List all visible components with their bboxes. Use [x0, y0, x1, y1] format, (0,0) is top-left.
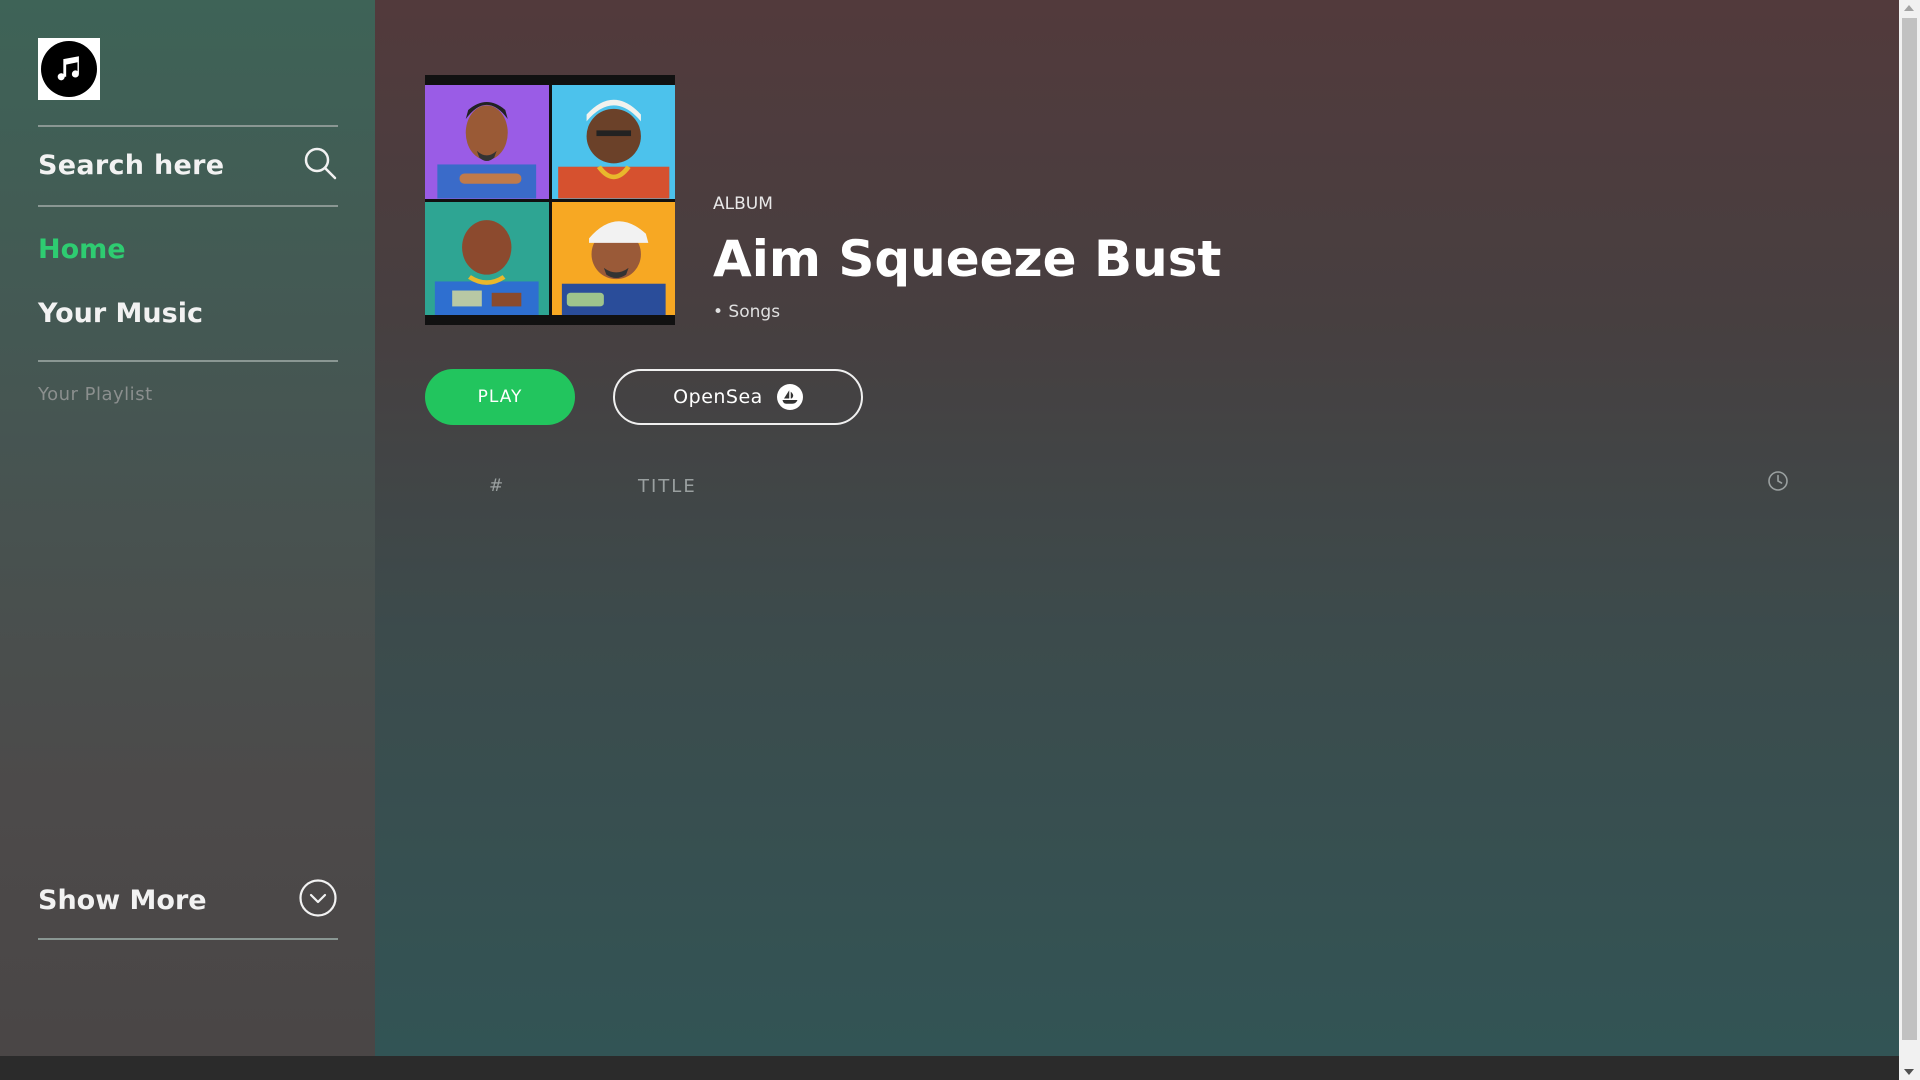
show-more-label: Show More — [38, 884, 207, 916]
scroll-up-icon[interactable] — [1904, 5, 1914, 11]
play-button[interactable]: PLAY — [425, 369, 575, 425]
divider — [38, 205, 338, 207]
show-more-button[interactable]: Show More — [38, 878, 338, 922]
sidebar: Search here Home Your Music Your Playlis… — [0, 0, 375, 1056]
divider — [38, 938, 338, 940]
vertical-scrollbar[interactable] — [1899, 0, 1920, 1080]
cover-panel — [551, 85, 675, 199]
scrollbar-thumb[interactable] — [1902, 18, 1917, 1040]
divider — [38, 125, 338, 127]
music-note-icon — [41, 41, 97, 97]
search-input[interactable]: Search here — [38, 150, 224, 181]
search-box[interactable]: Search here — [38, 142, 338, 188]
album-title: Aim Squeeze Bust — [713, 230, 1222, 288]
clock-icon — [1767, 470, 1789, 496]
chevron-down-circle-icon[interactable] — [298, 878, 338, 922]
cover-panel — [425, 201, 549, 315]
bottom-bar — [0, 1056, 1899, 1080]
scroll-down-icon[interactable] — [1904, 1069, 1914, 1075]
cover-panel — [551, 201, 675, 315]
opensea-button[interactable]: OpenSea — [613, 369, 863, 425]
nav-your-music[interactable]: Your Music — [38, 298, 203, 329]
opensea-boat-icon — [776, 384, 803, 410]
cover-panel — [425, 85, 549, 199]
column-header-number: # — [489, 476, 504, 496]
column-header-title: TITLE — [638, 476, 697, 497]
opensea-button-label: OpenSea — [673, 386, 763, 408]
search-icon[interactable] — [302, 145, 338, 185]
album-meta: • Songs — [713, 302, 781, 322]
nav-home[interactable]: Home — [38, 234, 126, 265]
album-cover — [425, 75, 675, 325]
your-playlist-heading: Your Playlist — [38, 384, 153, 405]
app-logo[interactable] — [38, 38, 100, 100]
play-button-label: PLAY — [477, 387, 523, 407]
album-type-label: ALBUM — [713, 194, 773, 214]
divider — [38, 360, 338, 362]
main-content: ALBUM Aim Squeeze Bust • Songs PLAY Open… — [375, 0, 1899, 1056]
